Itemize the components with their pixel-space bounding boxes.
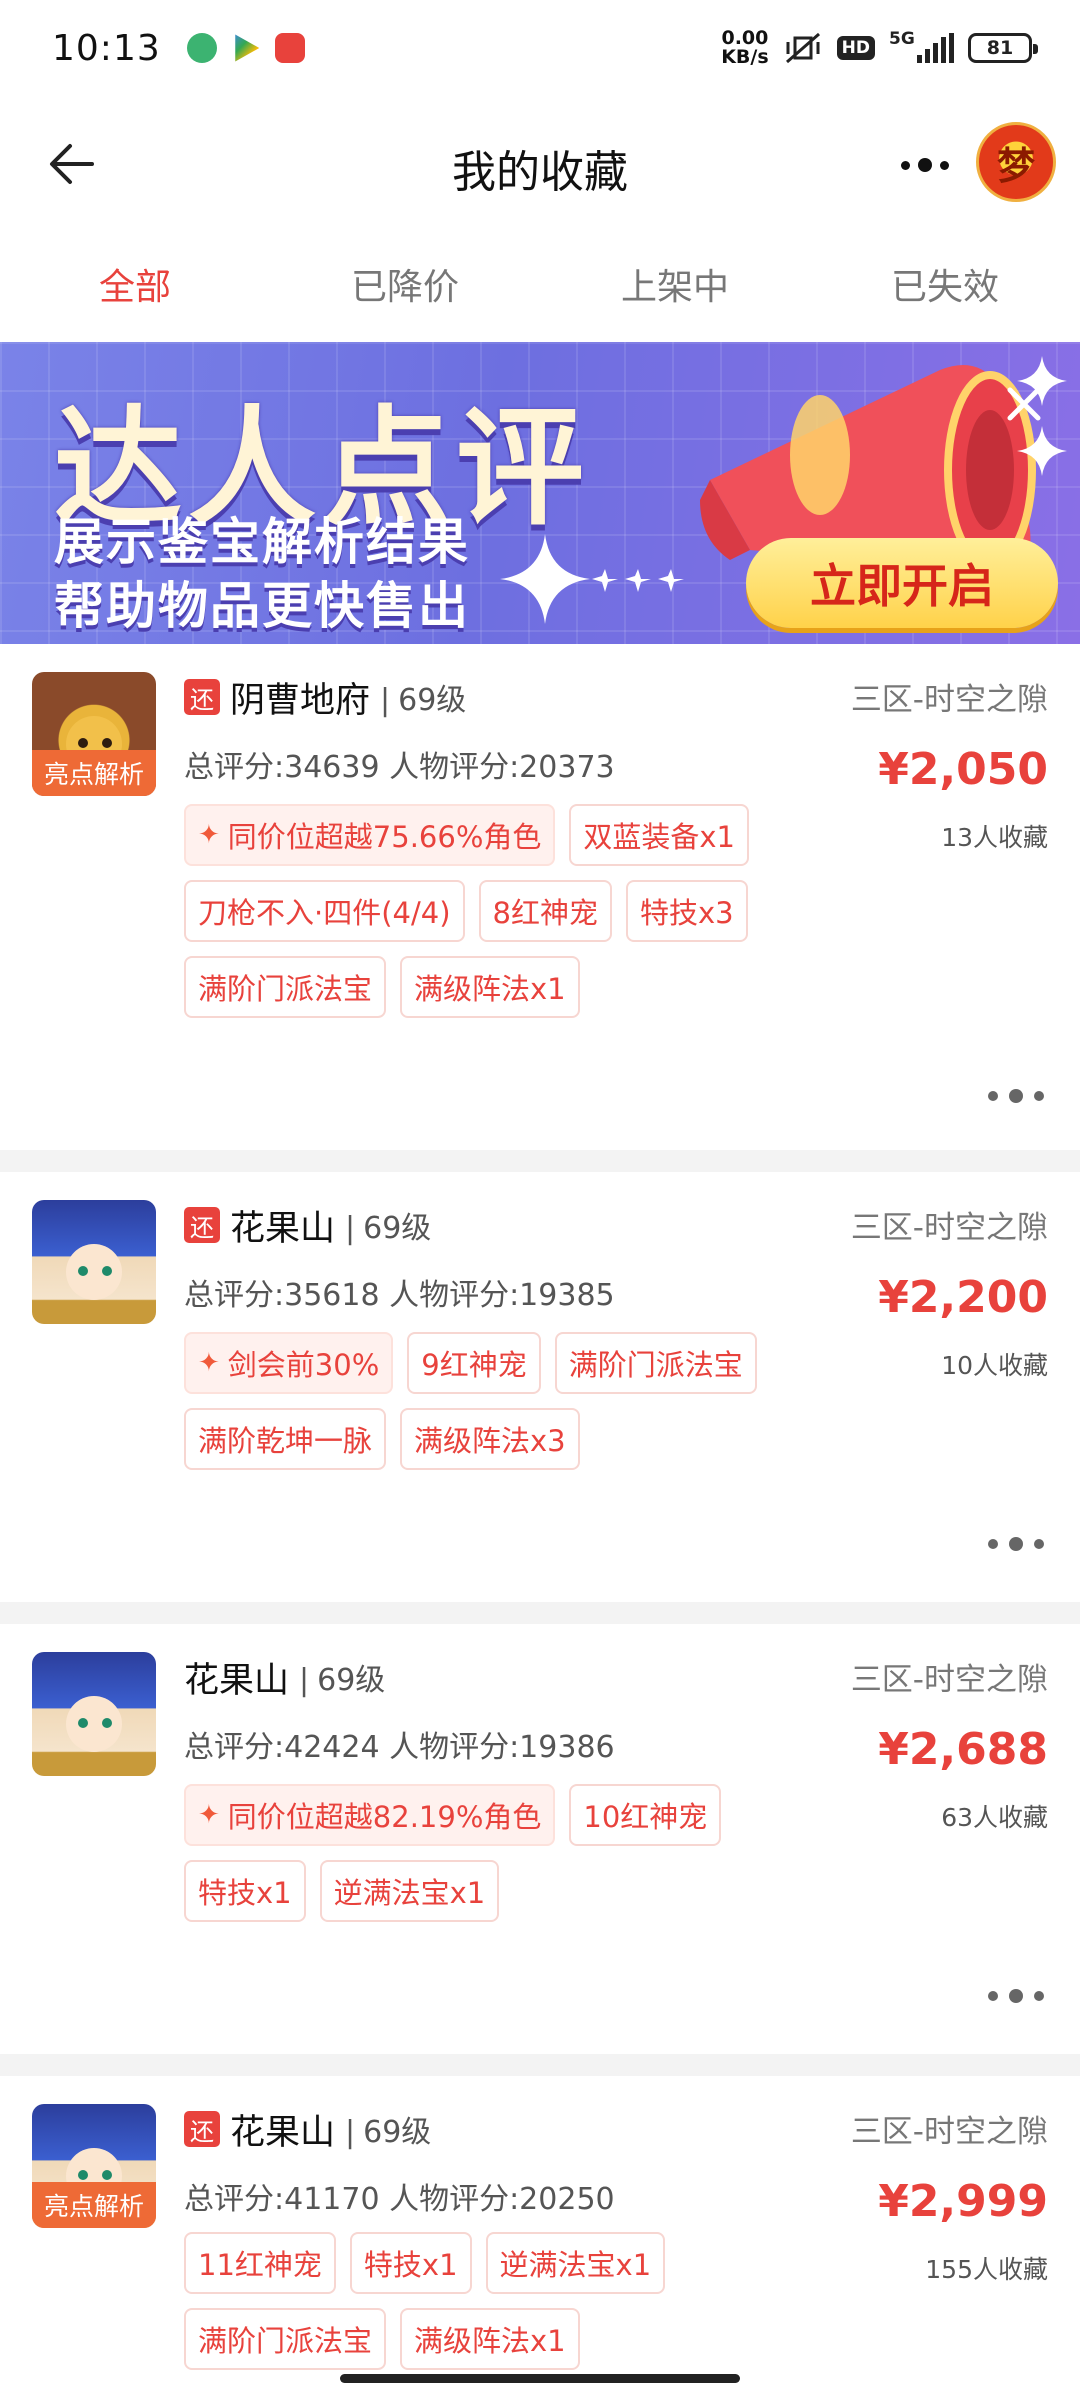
- divider: [0, 2054, 1080, 2076]
- battery-icon: 81: [968, 33, 1038, 63]
- item-tags: 11红神宠 特技x1 逆满法宝x1 满阶门派法宝 满级阵法x1: [184, 2232, 784, 2370]
- item-name: 阴曹地府: [230, 680, 371, 721]
- tag: 逆满法宝x1: [485, 2232, 666, 2294]
- banner-close-icon[interactable]: [1004, 384, 1044, 424]
- network-speed: 0.00 KB/s: [721, 27, 769, 68]
- hd-icon: HD: [836, 36, 875, 60]
- more-options-icon[interactable]: [890, 150, 960, 180]
- banner-line-2: 帮助物品更快售出: [54, 577, 470, 635]
- item-name: 花果山: [230, 1208, 336, 1249]
- item-level: 69级: [345, 1203, 431, 1247]
- tag: 11红神宠: [184, 2232, 336, 2294]
- tag: 特技x3: [625, 880, 748, 942]
- sparkle-icon: [500, 534, 590, 624]
- status-bar: 10:13 0.00 KB/s HD 5G 81: [0, 0, 1080, 96]
- item-more-icon[interactable]: [988, 1986, 1044, 2006]
- tag: 剑会前30%: [184, 1332, 394, 1394]
- tag: 满阶门派法宝: [554, 1332, 757, 1394]
- list-item[interactable]: 花果山 69级 三区-时空之隙 总评分:42424 人物评分:19386 ¥2,…: [0, 1624, 1080, 2054]
- tag: 满阶门派法宝: [184, 2308, 387, 2370]
- tag: 满级阵法x1: [400, 2308, 580, 2370]
- tab-all[interactable]: 全部: [0, 232, 270, 342]
- item-tags: 同价位超越82.19%角色 10红神宠 特技x1 逆满法宝x1: [184, 1784, 784, 1922]
- item-scores: 总评分:35618 人物评分:19385: [184, 1278, 615, 1313]
- list-item[interactable]: 亮点解析 还 阴曹地府 69级 三区-时空之隙 总评分:34639 人物评分:2…: [0, 644, 1080, 1150]
- tag: 满级阵法x1: [400, 956, 580, 1018]
- item-tags: 同价位超越75.66%角色 双蓝装备x1 刀枪不入·四件(4/4) 8红神宠 特…: [184, 804, 784, 1018]
- nav-bar: 我的收藏 梦: [0, 96, 1080, 232]
- play-store-icon: [235, 34, 260, 62]
- item-level: 69级: [380, 675, 466, 719]
- list-item[interactable]: 亮点解析 还 花果山 69级 三区-时空之隙 总评分:41170 人物评分:20…: [0, 2076, 1080, 2400]
- tag: 10红神宠: [569, 1784, 722, 1846]
- tab-bar: 全部 已降价 上架中 已失效: [0, 232, 1080, 342]
- tab-on-sale[interactable]: 上架中: [540, 232, 810, 342]
- mute-vibrate-icon: [785, 32, 820, 64]
- item-favorites: 63人收藏: [941, 1803, 1048, 1832]
- banner-cta-button[interactable]: 立即开启: [746, 538, 1058, 628]
- home-indicator[interactable]: [340, 2374, 740, 2383]
- item-more-icon[interactable]: [988, 1086, 1044, 1106]
- item-more-icon[interactable]: [988, 1534, 1044, 1554]
- tag: 满级阵法x3: [400, 1408, 580, 1470]
- app-notification-icon-red: [274, 33, 305, 63]
- game-avatar[interactable]: 梦: [976, 122, 1056, 202]
- item-level: 69级: [299, 1655, 385, 1699]
- highlight-badge: 亮点解析: [32, 2182, 156, 2228]
- return-badge: 还: [184, 1207, 220, 1243]
- tag: 同价位超越75.66%角色: [184, 804, 556, 866]
- tag: 同价位超越82.19%角色: [184, 1784, 556, 1846]
- app-notification-icon: [186, 33, 217, 63]
- item-name: 花果山: [230, 2112, 336, 2153]
- promo-banner[interactable]: 达人点评 展示鉴宝解析结果 帮助物品更快售出 立即开启: [0, 342, 1080, 644]
- divider: [0, 1602, 1080, 1624]
- item-server: 三区-时空之隙: [850, 682, 1048, 718]
- status-time: 10:13: [52, 27, 161, 69]
- return-badge: 还: [184, 679, 220, 715]
- tag: 特技x1: [184, 1860, 306, 1922]
- item-price: ¥2,050: [878, 744, 1048, 795]
- item-thumbnail: [32, 1200, 156, 1324]
- item-level: 69级: [345, 2107, 431, 2151]
- list-item[interactable]: 还 花果山 69级 三区-时空之隙 总评分:35618 人物评分:19385 ¥…: [0, 1172, 1080, 1602]
- item-server: 三区-时空之隙: [850, 1210, 1048, 1246]
- item-name: 花果山: [184, 1660, 290, 1701]
- status-app-icons: [186, 33, 305, 63]
- divider: [0, 1150, 1080, 1172]
- item-server: 三区-时空之隙: [850, 1662, 1048, 1698]
- tag: 9红神宠: [407, 1332, 541, 1394]
- tag: 满阶乾坤一脉: [184, 1408, 387, 1470]
- item-price: ¥2,200: [878, 1272, 1048, 1323]
- item-favorites: 155人收藏: [925, 2255, 1048, 2284]
- item-server: 三区-时空之隙: [850, 2114, 1048, 2150]
- signal-icon: 5G: [889, 29, 954, 63]
- item-favorites: 10人收藏: [941, 1351, 1048, 1380]
- tag: 8红神宠: [478, 880, 612, 942]
- item-thumbnail: [32, 1652, 156, 1776]
- return-badge: 还: [184, 2111, 220, 2147]
- highlight-badge: 亮点解析: [32, 750, 156, 796]
- tag: 满阶门派法宝: [184, 956, 387, 1018]
- tag: 逆满法宝x1: [319, 1860, 500, 1922]
- tag: 特技x1: [349, 2232, 472, 2294]
- item-price: ¥2,688: [878, 1724, 1048, 1775]
- tab-expired[interactable]: 已失效: [810, 232, 1080, 342]
- item-scores: 总评分:42424 人物评分:19386: [184, 1730, 615, 1765]
- tag: 双蓝装备x1: [569, 804, 749, 866]
- item-favorites: 13人收藏: [941, 823, 1048, 852]
- item-price: ¥2,999: [878, 2176, 1048, 2227]
- sparkle-dots-icon: [592, 569, 684, 592]
- banner-line-1: 展示鉴宝解析结果: [54, 513, 470, 571]
- tag: 刀枪不入·四件(4/4): [184, 880, 465, 942]
- item-scores: 总评分:34639 人物评分:20373: [184, 750, 615, 785]
- tab-price-dropped[interactable]: 已降价: [270, 232, 540, 342]
- item-scores: 总评分:41170 人物评分:20250: [184, 2182, 615, 2217]
- item-tags: 剑会前30% 9红神宠 满阶门派法宝 满阶乾坤一脉 满级阵法x3: [184, 1332, 784, 1470]
